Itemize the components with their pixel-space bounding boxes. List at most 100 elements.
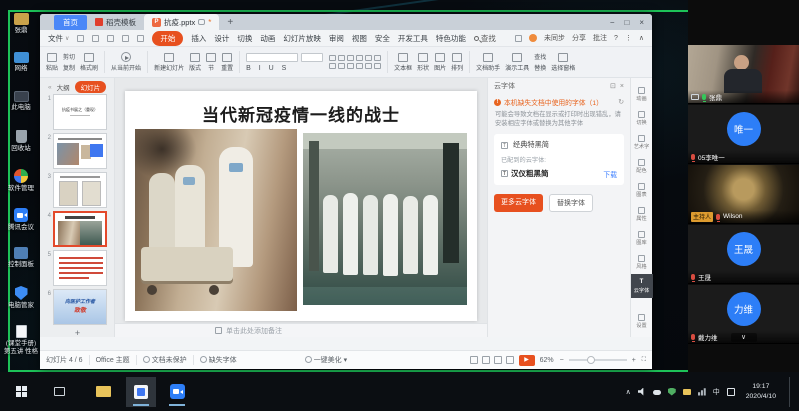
doc-assistant-button[interactable]: 文档助手	[476, 53, 500, 72]
desktop-icon-handbook-doc[interactable]: (课堂手册)第五讲 性格	[3, 325, 39, 356]
replace-font-button[interactable]: 替换字体	[549, 194, 593, 212]
missing-fonts-status[interactable]: 缺失字体	[200, 355, 237, 365]
zoom-in-button[interactable]: +	[632, 357, 636, 364]
normal-view-icon[interactable]	[470, 356, 478, 364]
menu-tab-security[interactable]: 安全	[375, 33, 390, 44]
theme-indicator[interactable]: Office 主题	[96, 355, 130, 365]
slide-thumbnail-3[interactable]	[53, 172, 107, 208]
desktop-icon-control-panel[interactable]: 控制面板	[3, 247, 39, 269]
slide-thumbnail-1[interactable]: 抗疫书展之（重现）	[53, 94, 107, 130]
more-menu-icon[interactable]: ⋮	[625, 34, 632, 42]
redo-icon[interactable]	[137, 35, 144, 42]
tab-home[interactable]: 首页	[54, 15, 87, 30]
close-panel-icon[interactable]: ×	[620, 83, 624, 90]
new-slide-button[interactable]: 新建幻灯片	[154, 53, 184, 72]
folder-tray-icon[interactable]	[683, 389, 691, 395]
sync-status[interactable]: 未同步	[544, 33, 565, 43]
window-minimize-button[interactable]: −	[610, 18, 615, 27]
popout-panel-icon[interactable]: ⊡	[610, 82, 616, 90]
add-slide-button[interactable]: +	[40, 328, 115, 338]
participant-tile-photo[interactable]: 主持人 Wilson	[688, 165, 799, 224]
desktop-icon-network[interactable]: 网络	[3, 52, 39, 73]
cloud-icon[interactable]	[653, 390, 661, 395]
sidebar-item-gallery[interactable]: 图库	[631, 226, 653, 250]
slide-title[interactable]: 当代新冠疫情一线的战士	[125, 101, 477, 126]
present-tools-button[interactable]: 演示工具	[505, 53, 529, 72]
window-maximize-button[interactable]: □	[624, 18, 629, 27]
slide-image-painting-medics[interactable]	[135, 129, 297, 311]
slide-thumbnail-4-selected[interactable]	[53, 211, 107, 247]
sidebar-item-chart[interactable]: 图表	[631, 178, 653, 202]
font-size-select[interactable]	[301, 53, 323, 62]
ime-indicator[interactable]: 中	[713, 387, 720, 397]
menu-tab-devtools[interactable]: 开发工具	[398, 33, 428, 44]
replace-button[interactable]: 替换	[534, 63, 546, 72]
menu-tab-slideshow[interactable]: 幻灯片放映	[283, 33, 321, 44]
show-desktop-button[interactable]	[789, 377, 793, 407]
collapse-panel-chevron-icon[interactable]: ∨	[731, 333, 757, 342]
sidebar-item-wordart[interactable]: 艺术字	[631, 130, 653, 154]
tab-outline[interactable]: 大纲	[57, 82, 70, 92]
grid-apps-icon[interactable]	[515, 35, 522, 42]
refresh-icon[interactable]: ↻	[618, 98, 624, 106]
sidebar-item-colors[interactable]: 配色	[631, 154, 653, 178]
collapse-ribbon-icon[interactable]: ∧	[639, 34, 644, 42]
zoom-slider[interactable]	[569, 359, 627, 361]
find-button[interactable]: 查找	[534, 52, 546, 61]
protect-status[interactable]: 文档未保护	[143, 355, 187, 365]
shape-button[interactable]: 形状	[417, 53, 429, 72]
textbox-button[interactable]: 文本框	[394, 53, 412, 72]
sidebar-item-style[interactable]: 风格	[631, 250, 653, 274]
new-tab-button[interactable]: +	[227, 17, 233, 28]
zoom-out-button[interactable]: −	[560, 357, 564, 364]
slide-image-photo-medics[interactable]	[303, 133, 467, 305]
start-button[interactable]	[6, 377, 36, 407]
desktop-icon-pc-manager[interactable]: 电脑管家	[3, 286, 39, 310]
menu-tab-review[interactable]: 审阅	[329, 33, 344, 44]
menu-tab-design[interactable]: 设计	[214, 33, 229, 44]
tab-docer[interactable]: 稻壳模板	[87, 15, 144, 30]
slide-sorter-icon[interactable]	[482, 356, 490, 364]
undo-icon[interactable]	[122, 35, 129, 42]
section-button[interactable]: 节	[206, 53, 216, 72]
desktop-icon-software-manager[interactable]: 软件管理	[3, 169, 39, 193]
menu-tab-transition[interactable]: 切换	[237, 33, 252, 44]
slide-thumbnail-6[interactable]: 向医护工作者 致敬	[53, 289, 107, 325]
more-cloud-fonts-button[interactable]: 更多云字体	[494, 194, 543, 212]
window-close-button[interactable]: ×	[639, 18, 644, 27]
participant-tile-avatar[interactable]: 力维 戴力维 ∨	[688, 285, 799, 344]
save-icon[interactable]	[77, 35, 84, 42]
arrange-button[interactable]: 排列	[451, 53, 463, 72]
slideshow-play-button[interactable]: ▶	[519, 355, 535, 366]
file-explorer-button[interactable]	[88, 377, 118, 407]
play-from-current-button[interactable]: 从当前开始	[111, 52, 141, 72]
account-avatar-icon[interactable]	[529, 34, 537, 42]
menu-tab-animation[interactable]: 动画	[260, 33, 275, 44]
format-painter-button[interactable]: 格式刷	[80, 53, 98, 72]
menu-tab-features[interactable]: 特色功能	[436, 33, 466, 44]
cut-button[interactable]: 剪切	[63, 52, 75, 61]
reset-button[interactable]: 重置	[221, 53, 233, 72]
collapse-panel-icon[interactable]: «	[48, 84, 52, 91]
slide-thumbnail-5[interactable]	[53, 250, 107, 286]
tab-slides[interactable]: 幻灯片	[75, 81, 107, 93]
desktop-icon-tencent-meeting[interactable]: 腾讯会议	[3, 208, 39, 232]
sidebar-item-cloud-fonts[interactable]: T云字体	[631, 274, 653, 298]
notes-view-icon[interactable]	[506, 356, 514, 364]
desktop-icon-recycle-bin[interactable]: 回收站	[3, 130, 39, 153]
zoom-level[interactable]: 62%	[540, 357, 554, 364]
file-menu[interactable]: 文件∨	[48, 33, 69, 44]
desktop-icon-user-folder[interactable]: 张鼎	[3, 13, 39, 35]
sidebar-item-transition[interactable]: 切换	[631, 106, 653, 130]
tray-expand-icon[interactable]: ∧	[626, 388, 631, 396]
paragraph-alignment-buttons[interactable]	[329, 55, 381, 69]
menu-tab-view[interactable]: 视图	[352, 33, 367, 44]
comment-button[interactable]: 批注	[593, 33, 607, 43]
layout-button[interactable]: 版式	[189, 53, 201, 72]
preview-icon[interactable]	[107, 35, 114, 42]
network-signal-icon[interactable]	[698, 388, 706, 396]
notes-bar[interactable]: 单击此处添加备注	[115, 323, 487, 337]
participant-tile-video[interactable]: 张鼎	[688, 45, 799, 104]
participant-tile-avatar[interactable]: 王晟 王晟	[688, 225, 799, 284]
paste-button[interactable]: 粘贴	[46, 53, 58, 72]
